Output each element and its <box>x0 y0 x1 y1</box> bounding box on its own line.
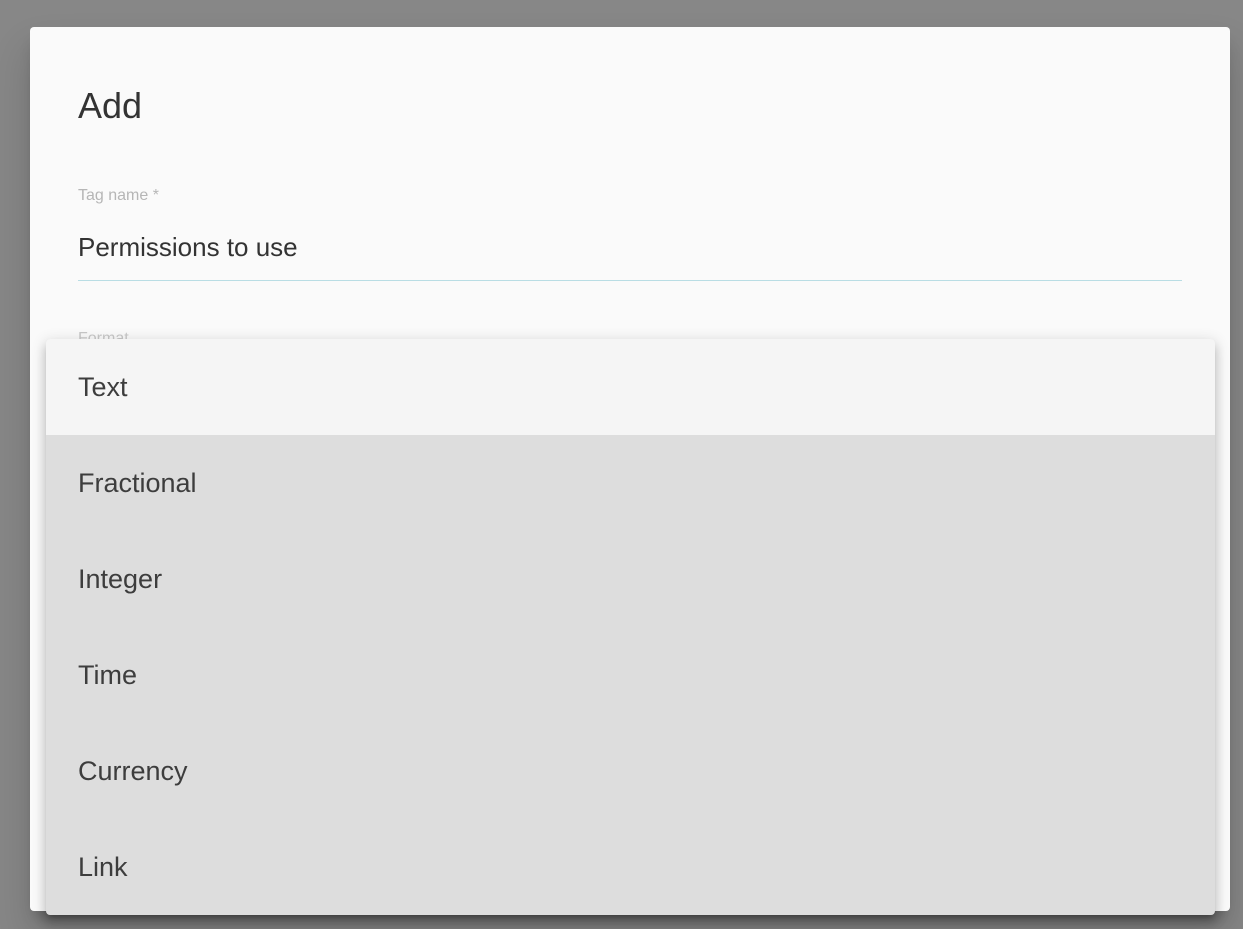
tag-name-field[interactable]: Tag name * <box>78 187 1182 282</box>
option-text[interactable]: Text <box>46 339 1215 435</box>
dialog-title: Add <box>78 85 143 126</box>
option-link[interactable]: Link <box>46 819 1215 915</box>
option-integer[interactable]: Integer <box>46 531 1215 627</box>
tag-name-input[interactable] <box>78 229 1182 265</box>
tag-name-label: Tag name * <box>78 187 159 204</box>
tag-name-underline <box>78 280 1182 281</box>
format-dropdown-menu: Text Fractional Integer Time Currency Li… <box>46 339 1215 915</box>
option-time[interactable]: Time <box>46 627 1215 723</box>
option-fractional[interactable]: Fractional <box>46 435 1215 531</box>
option-currency[interactable]: Currency <box>46 723 1215 819</box>
